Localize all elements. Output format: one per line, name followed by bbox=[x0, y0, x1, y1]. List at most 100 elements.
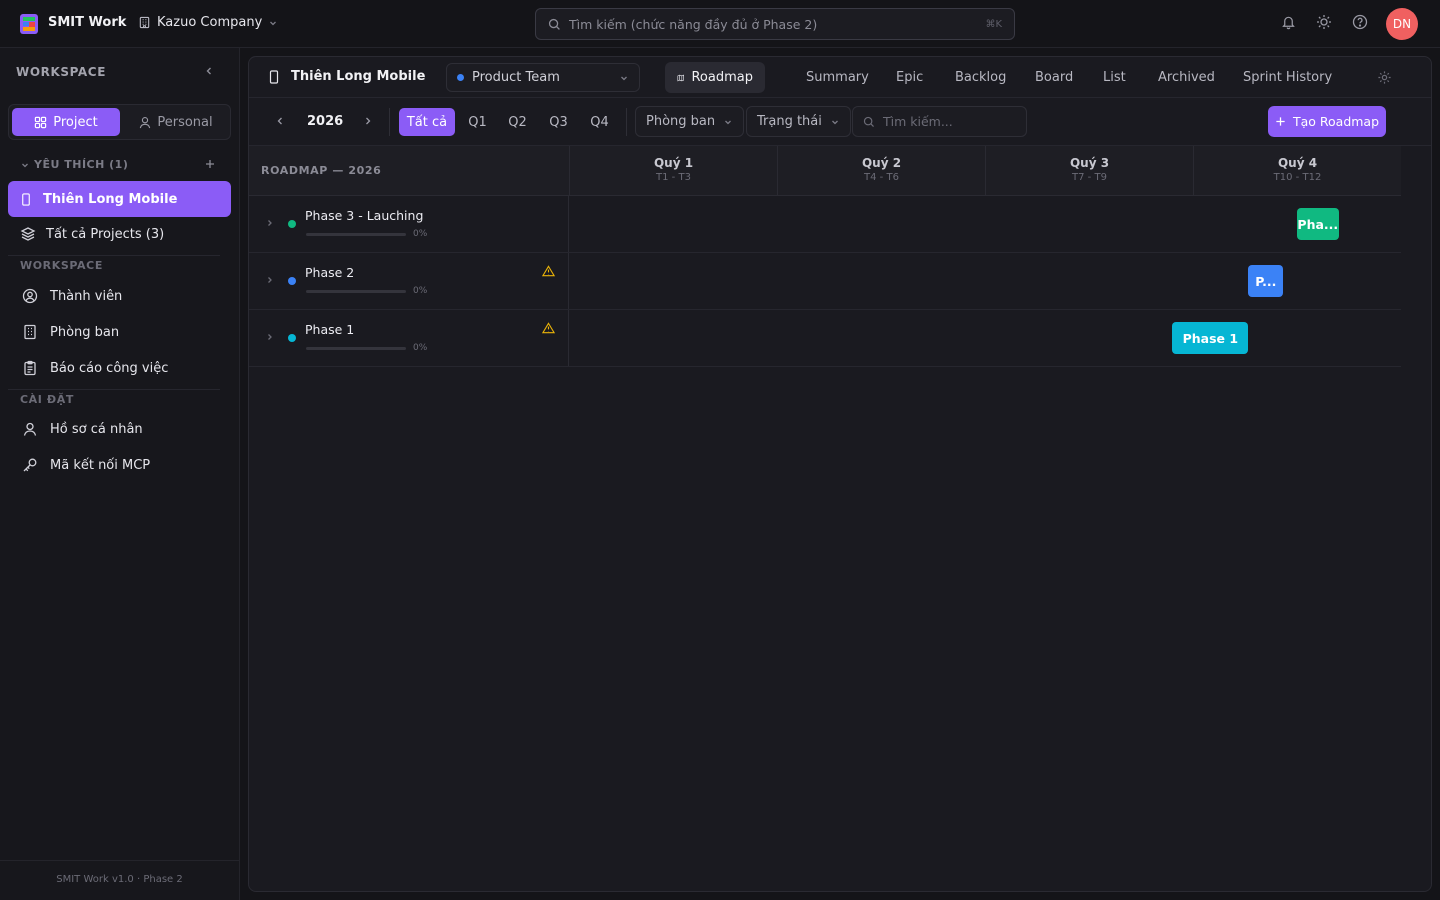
segment-personal-label: Personal bbox=[157, 114, 213, 130]
department-filter-select[interactable]: Phòng ban bbox=[635, 106, 745, 137]
tab-roadmap[interactable]: Roadmap bbox=[665, 62, 765, 93]
team-select[interactable]: Product Team bbox=[446, 63, 640, 92]
search-icon bbox=[548, 18, 560, 30]
sidebar-item-label: Hồ sơ cá nhân bbox=[50, 421, 143, 437]
sidebar-item-profile[interactable]: Hồ sơ cá nhân bbox=[8, 411, 231, 447]
chevron-right-icon[interactable] bbox=[265, 332, 275, 342]
roadmap-row-info[interactable]: Phase 2 0% bbox=[249, 253, 569, 309]
segment-project-button[interactable]: Project bbox=[12, 108, 120, 136]
user-avatar[interactable]: DN bbox=[1386, 8, 1418, 40]
chevron-down-icon bbox=[270, 21, 277, 25]
tab-label: Board bbox=[1035, 70, 1074, 85]
toolbar-divider bbox=[626, 108, 627, 136]
create-roadmap-label: Tạo Roadmap bbox=[1292, 114, 1380, 129]
warning-icon bbox=[542, 322, 555, 334]
sidebar-item-label: Phòng ban bbox=[50, 324, 120, 340]
team-select-value: Product Team bbox=[472, 70, 560, 85]
tab-label: Summary bbox=[806, 70, 869, 85]
status-dot-icon bbox=[288, 334, 296, 342]
status-dot-icon bbox=[288, 220, 296, 228]
chevron-right-icon[interactable] bbox=[362, 115, 374, 127]
chevron-right-icon[interactable] bbox=[265, 275, 275, 285]
tab-label: Epic bbox=[896, 70, 924, 85]
department-filter-label: Phòng ban bbox=[646, 114, 716, 129]
quarter-filter-q3[interactable]: Q3 bbox=[542, 108, 575, 136]
quarter-filter-all[interactable]: Tất cả bbox=[399, 108, 455, 136]
tab-label: Roadmap bbox=[691, 70, 753, 85]
tab-board[interactable]: Board bbox=[1023, 62, 1085, 93]
timeline-bar[interactable]: P... bbox=[1248, 265, 1284, 297]
progress-percent: 0% bbox=[413, 343, 428, 353]
favorites-label: YÊU THÍCH (1) bbox=[34, 158, 129, 171]
company-switcher[interactable]: Kazuo Company bbox=[138, 15, 278, 30]
quarter-months: T4 - T6 bbox=[864, 172, 899, 183]
app-version: SMIT Work v1.0 · Phase 2 bbox=[56, 874, 183, 885]
year-label: 2026 bbox=[307, 114, 344, 129]
smit-logo-icon[interactable] bbox=[20, 14, 38, 34]
all-projects-link[interactable]: Tất cả Projects (3) bbox=[8, 216, 231, 252]
chevron-left-icon[interactable] bbox=[274, 115, 286, 127]
help-icon[interactable] bbox=[1352, 14, 1368, 30]
roadmap-item-name: Phase 2 bbox=[305, 265, 355, 280]
tab-summary[interactable]: Summary bbox=[794, 62, 881, 93]
tab-sprint-history[interactable]: Sprint History bbox=[1231, 62, 1344, 93]
progress-percent: 0% bbox=[413, 229, 428, 239]
roadmap-search-input[interactable]: Tìm kiếm... bbox=[852, 106, 1027, 137]
create-roadmap-button[interactable]: Tạo Roadmap bbox=[1268, 106, 1386, 137]
team-dot-icon bbox=[457, 74, 464, 81]
app-name[interactable]: SMIT Work bbox=[48, 15, 126, 30]
timeline-bar[interactable]: Phase 1 bbox=[1172, 322, 1249, 354]
quarter-filter-q2[interactable]: Q2 bbox=[501, 108, 534, 136]
favorite-project-thien-long-mobile[interactable]: Thiên Long Mobile bbox=[8, 181, 231, 217]
user-icon bbox=[23, 422, 37, 436]
workspace-section-label: WORKSPACE bbox=[20, 259, 103, 272]
quarter-name: Quý 1 bbox=[653, 156, 694, 170]
tab-archived[interactable]: Archived bbox=[1146, 62, 1227, 93]
roadmap-search-placeholder: Tìm kiếm... bbox=[883, 114, 953, 129]
roadmap-row: Phase 1 0% Phase 1 bbox=[249, 310, 1401, 367]
gear-icon[interactable] bbox=[1377, 70, 1392, 85]
roadmap-row-info[interactable]: Phase 3 - Lauching 0% bbox=[249, 196, 569, 252]
plus-icon[interactable] bbox=[204, 158, 216, 170]
timeline-bar[interactable]: Pha... bbox=[1297, 208, 1339, 240]
project-panel: Thiên Long Mobile Product Team Roadmap S… bbox=[248, 56, 1432, 892]
toolbar-divider bbox=[389, 108, 390, 136]
sun-icon[interactable] bbox=[1316, 14, 1332, 30]
status-filter-label: Trạng thái bbox=[757, 114, 822, 129]
sidebar-item-work-reports[interactable]: Báo cáo công việc bbox=[8, 350, 231, 386]
chevron-right-icon[interactable] bbox=[265, 218, 275, 228]
sidebar-item-members[interactable]: Thành viên bbox=[8, 278, 231, 314]
global-search-input[interactable]: Tìm kiếm (chức năng đầy đủ ở Phase 2) ⌘K bbox=[535, 8, 1015, 40]
roadmap-row: Phase 2 0% P... bbox=[249, 253, 1401, 310]
chevron-left-icon[interactable] bbox=[203, 65, 215, 77]
quarter-months: T7 - T9 bbox=[1072, 172, 1107, 183]
bell-icon[interactable] bbox=[1281, 14, 1296, 30]
plus-icon bbox=[1276, 117, 1285, 126]
quarter-filter-q4[interactable]: Q4 bbox=[583, 108, 616, 136]
search-shortcut: ⌘K bbox=[985, 18, 1002, 30]
quarter-column-q3: Quý 3 T7 - T9 bbox=[985, 146, 1193, 196]
quarter-months: T10 - T12 bbox=[1273, 172, 1322, 183]
sidebar-title: WORKSPACE bbox=[16, 65, 107, 79]
tab-list[interactable]: List bbox=[1091, 62, 1138, 93]
segment-personal-button[interactable]: Personal bbox=[123, 108, 229, 136]
project-title: Thiên Long Mobile bbox=[269, 69, 425, 84]
quarter-name: Quý 3 bbox=[1069, 156, 1110, 170]
tab-epic[interactable]: Epic bbox=[884, 62, 935, 93]
mobile-phone-icon bbox=[22, 192, 30, 206]
sidebar-item-label: Báo cáo công việc bbox=[50, 360, 169, 376]
chevron-down-icon bbox=[831, 120, 838, 124]
tab-label: Sprint History bbox=[1243, 70, 1333, 85]
quarter-column-q4: Quý 4 T10 - T12 bbox=[1193, 146, 1401, 196]
status-filter-select[interactable]: Trạng thái bbox=[746, 106, 851, 137]
sidebar-item-departments[interactable]: Phòng ban bbox=[8, 314, 231, 350]
chevron-down-icon bbox=[22, 163, 28, 167]
tab-backlog[interactable]: Backlog bbox=[943, 62, 1018, 93]
roadmap-row-info[interactable]: Phase 1 0% bbox=[249, 310, 569, 366]
quarter-months: T1 - T3 bbox=[656, 172, 691, 183]
user-icon bbox=[140, 116, 151, 128]
sidebar-item-label: Thành viên bbox=[50, 288, 123, 304]
sidebar-item-mcp-key[interactable]: Mã kết nối MCP bbox=[8, 447, 231, 483]
quarter-filter-q1[interactable]: Q1 bbox=[461, 108, 494, 136]
favorites-section-header[interactable]: YÊU THÍCH (1) bbox=[20, 158, 220, 171]
